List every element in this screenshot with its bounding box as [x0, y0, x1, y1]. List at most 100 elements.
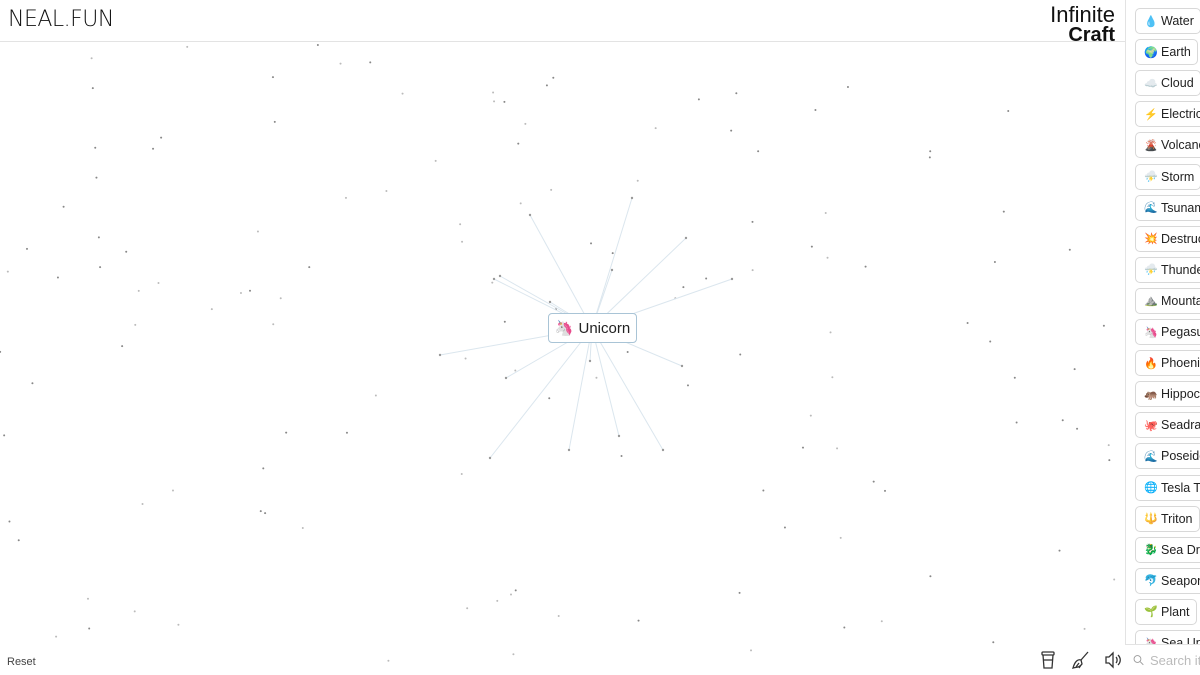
background-dot	[929, 150, 932, 153]
sidebar-item[interactable]: 🔱 Triton	[1135, 505, 1200, 532]
element-label: Pegasus	[1161, 325, 1200, 339]
particle-dot	[588, 359, 592, 363]
element-icon: ☁️	[1144, 77, 1158, 90]
background-dot	[273, 120, 276, 123]
background-dot	[271, 76, 274, 79]
background-dot	[738, 591, 741, 594]
background-dot	[385, 190, 388, 193]
search-input[interactable]	[1150, 652, 1200, 668]
background-dot	[750, 649, 753, 652]
speaker-icon[interactable]	[1104, 651, 1122, 669]
background-dot	[682, 286, 685, 289]
background-dot	[90, 57, 93, 60]
background-dot	[1113, 578, 1116, 581]
element-icon: 🦛	[1144, 388, 1158, 401]
reset-button[interactable]: Reset	[7, 656, 36, 668]
sidebar-item[interactable]: 🌱 Plant	[1135, 598, 1197, 625]
background-dot	[864, 265, 867, 268]
background-dot	[1073, 368, 1076, 371]
connection-line	[591, 327, 664, 451]
background-dot	[25, 247, 28, 250]
element-icon: 🌐	[1144, 482, 1158, 494]
background-dot	[550, 188, 553, 191]
sidebar[interactable]: 💧Water 🌍Earth ☁️Cloud ⚡Electricity 🌋Volcano ⛈…	[1125, 0, 1200, 675]
element-icon: 🐙	[1144, 419, 1158, 432]
background-dot	[285, 431, 288, 434]
connection-line	[591, 327, 620, 437]
sidebar-item[interactable]: 🐙Seadragon	[1135, 412, 1200, 439]
background-dot	[152, 147, 155, 150]
element-icon: 🌋	[1144, 139, 1158, 152]
background-dot	[730, 129, 733, 132]
sidebar-item[interactable]: 🌋Volcano	[1135, 132, 1200, 159]
top-bar: NEAL.FUN Infinite Craft	[0, 0, 1125, 45]
background-dot	[17, 539, 20, 542]
sidebar-item[interactable]: 🔥Phoenix	[1135, 350, 1200, 377]
sidebar-item[interactable]: 🌍 Earth	[1135, 39, 1198, 66]
background-dot	[8, 520, 11, 523]
background-dot	[31, 382, 34, 385]
background-dot	[239, 291, 242, 294]
background-dot	[801, 446, 804, 449]
sidebar-item[interactable]: ⛈️Thunderstorm	[1135, 256, 1200, 283]
background-dot	[301, 526, 304, 529]
background-dot	[1015, 421, 1018, 424]
coffee-cup-icon[interactable]	[1040, 651, 1056, 669]
background-dot	[872, 480, 875, 483]
element-icon: 🌱	[1144, 606, 1158, 619]
particle-dot	[488, 456, 492, 460]
neal-fun-logo[interactable]: NEAL.FUN	[8, 7, 114, 32]
background-dot	[1002, 210, 1005, 213]
particle-dot	[630, 196, 634, 200]
background-dot	[545, 84, 548, 87]
background-dot	[809, 414, 812, 417]
background-dot	[548, 397, 551, 400]
background-dot	[697, 98, 700, 101]
background-dot	[735, 92, 738, 95]
element-label: Triton	[1161, 511, 1193, 526]
background-dot	[0, 350, 2, 353]
background-dot	[1076, 427, 1079, 430]
background-dot	[836, 447, 839, 450]
background-dot	[459, 223, 462, 226]
sidebar-item[interactable]: ⛈️ Storm	[1135, 163, 1200, 190]
broom-icon[interactable]	[1070, 650, 1090, 670]
background-dot	[1058, 549, 1061, 552]
background-dot	[1102, 324, 1105, 327]
background-dot	[1083, 627, 1086, 630]
sidebar-item[interactable]: ⛰️Mountain	[1135, 287, 1200, 314]
sidebar-item[interactable]: 🦛Hippocampus	[1135, 381, 1200, 408]
background-dot	[492, 91, 495, 94]
background-dot	[279, 297, 282, 300]
background-dot	[514, 369, 517, 372]
background-dot	[272, 323, 275, 326]
background-dot	[464, 357, 467, 360]
background-dot	[137, 289, 140, 292]
canvas-element-unicorn[interactable]: 🦄 Unicorn	[548, 313, 637, 343]
element-label: Plant	[1161, 604, 1190, 619]
sidebar-item[interactable]: 🌊Poseidon	[1135, 443, 1200, 470]
sidebar-item[interactable]: 🐬Seapony	[1135, 567, 1200, 594]
element-label: Earth	[1161, 45, 1191, 60]
particle-dot	[548, 300, 552, 304]
particle-dot	[567, 448, 571, 452]
sidebar-item[interactable]: 🌐Tesla Tower	[1135, 474, 1200, 501]
sidebar-item[interactable]: ☁️ Cloud	[1135, 70, 1200, 97]
sidebar-item[interactable]: 🐉Sea Dragon	[1135, 536, 1200, 563]
sidebar-item[interactable]: ⚡Electricity	[1135, 101, 1200, 128]
background-dot	[928, 156, 931, 159]
background-dot	[1108, 459, 1111, 462]
background-dot	[1007, 110, 1010, 113]
background-dot	[611, 252, 614, 255]
background-dot	[125, 250, 128, 253]
sidebar-item[interactable]: 🌊Tsunami	[1135, 194, 1200, 221]
sidebar-item[interactable]: 🦄Pegasus	[1135, 319, 1200, 345]
sidebar-item[interactable]: 💧 Water	[1135, 8, 1200, 34]
sidebar-item[interactable]: 💥Destruction	[1135, 225, 1200, 252]
background-dot	[524, 122, 527, 125]
background-dot	[88, 627, 91, 630]
background-dot	[826, 256, 829, 259]
background-dot	[510, 593, 513, 596]
element-icon: 🌍	[1144, 46, 1158, 59]
background-dot	[503, 320, 506, 323]
